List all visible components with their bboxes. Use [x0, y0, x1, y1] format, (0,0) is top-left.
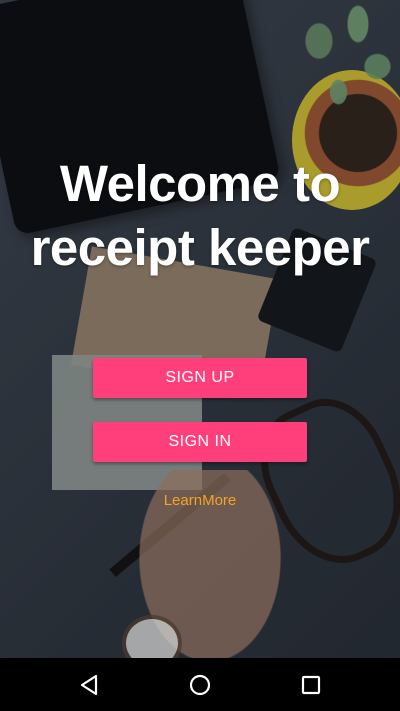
recents-square-icon	[301, 675, 321, 695]
system-navigation-bar	[0, 658, 400, 711]
sign-up-button[interactable]: SIGN UP	[93, 358, 307, 398]
background-plant-leaves	[280, 0, 400, 160]
welcome-title: Welcome to receipt keeper	[30, 155, 370, 276]
back-triangle-icon	[80, 674, 98, 696]
home-button[interactable]	[185, 670, 215, 700]
app-screen: Welcome to receipt keeper SIGN UP SIGN I…	[0, 0, 400, 711]
home-circle-icon	[189, 674, 211, 696]
recents-button[interactable]	[296, 670, 326, 700]
learn-more-link[interactable]: LearnMore	[0, 492, 400, 509]
back-button[interactable]	[74, 670, 104, 700]
sign-in-button[interactable]: SIGN IN	[93, 422, 307, 462]
background-photo	[0, 0, 400, 658]
